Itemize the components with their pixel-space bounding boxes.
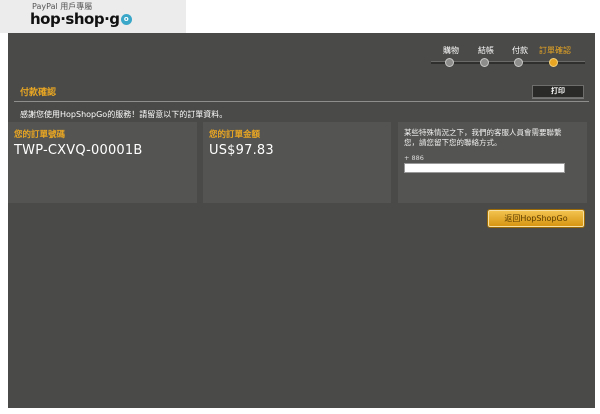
step-checkout: 結帳 — [478, 46, 494, 55]
phone-country-code: + 886 — [404, 154, 424, 162]
steps-track — [431, 61, 585, 64]
logo-go-icon: o — [120, 14, 132, 25]
step-dot-checkout — [480, 58, 489, 67]
order-number-card: 您的訂單號碼 TWP-CXVQ-00001B — [8, 122, 197, 203]
contact-card: 某些特殊情況之下，我們的客服人員會需要聯繫您，請您留下您的聯絡方式。 + 886 — [398, 122, 587, 203]
contact-note: 某些特殊情況之下，我們的客服人員會需要聯繫您，請您留下您的聯絡方式。 — [404, 128, 562, 147]
step-dot-shopping — [445, 58, 454, 67]
order-number-label: 您的訂單號碼 — [14, 130, 66, 140]
main-panel: 購物 結帳 付款 訂單確認 付款確認 打印 感謝您使用HopShopGo的服務！… — [8, 33, 595, 408]
step-order-confirm: 訂單確認 — [539, 46, 571, 55]
order-total-value: US$97.83 — [209, 143, 274, 158]
brand-area: PayPal 用戶專屬 hop·shop·g o — [0, 0, 186, 33]
order-total-card: 您的訂單金額 US$97.83 — [203, 122, 391, 203]
phone-input[interactable] — [404, 163, 565, 173]
step-shopping: 購物 — [443, 46, 459, 55]
step-dot-order-confirm — [549, 58, 558, 67]
title-divider — [14, 101, 589, 102]
return-hopshopgo-button[interactable]: 返回HopShopGo — [488, 210, 584, 227]
order-number-value: TWP-CXVQ-00001B — [14, 143, 143, 158]
step-payment: 付款 — [512, 46, 528, 55]
top-bar: PayPal 用戶專屬 hop·shop·g o — [0, 0, 600, 33]
brand-logo-text: hop·shop·g — [30, 10, 120, 28]
order-total-label: 您的訂單金額 — [209, 130, 261, 140]
step-dot-payment — [514, 58, 523, 67]
brand-logo[interactable]: hop·shop·g o — [30, 10, 132, 28]
print-button[interactable]: 打印 — [532, 85, 584, 98]
page-title: 付款確認 — [20, 88, 57, 98]
thank-you-message: 感謝您使用HopShopGo的服務！請留意以下的訂單資料。 — [20, 110, 228, 119]
progress-steps: 購物 結帳 付款 訂單確認 — [431, 45, 585, 71]
